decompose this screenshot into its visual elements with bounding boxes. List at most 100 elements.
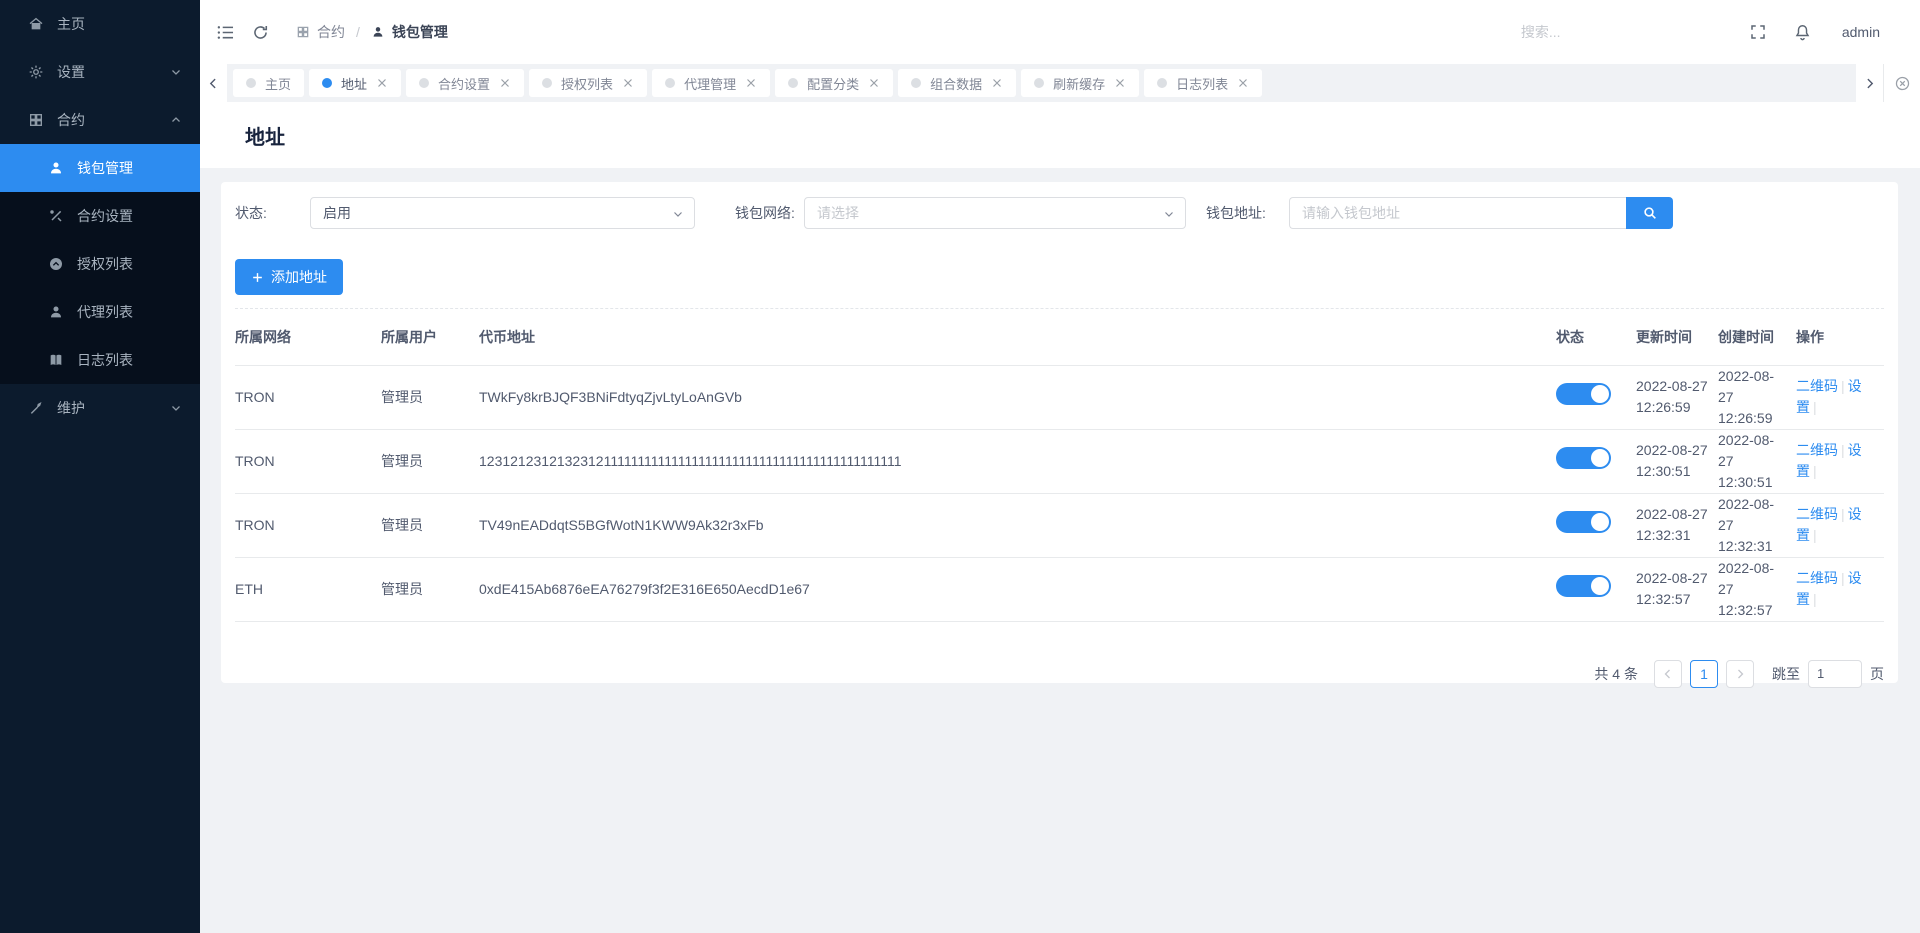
tab-dot-icon (1157, 78, 1167, 88)
tab-home[interactable]: 主页 (233, 69, 304, 97)
current-page-button[interactable]: 1 (1690, 660, 1718, 688)
tab-dot-icon (542, 78, 552, 88)
cell-actions: 二维码|设置| (1796, 504, 1874, 546)
tab-refresh-cache[interactable]: 刷新缓存 (1021, 69, 1139, 97)
sidebar-item-home[interactable]: 主页 (0, 0, 200, 48)
cell-created: 2022-08-27 12:32:31 (1718, 493, 1796, 557)
close-icon[interactable] (868, 77, 880, 89)
close-icon[interactable] (1237, 77, 1249, 89)
close-icon[interactable] (622, 77, 634, 89)
fullscreen-icon[interactable] (1749, 23, 1767, 41)
tab-label: 组合数据 (930, 74, 982, 93)
sidebar-item-wallet-management[interactable]: 钱包管理 (0, 144, 200, 192)
search-button[interactable] (1626, 197, 1673, 229)
tab-dot-icon (911, 78, 921, 88)
add-address-button[interactable]: 添加地址 (235, 259, 343, 295)
tab-agent-management[interactable]: 代理管理 (652, 69, 770, 97)
address-card: 状态: 启用 钱包网络: 请选择 钱包地址: (221, 182, 1898, 683)
breadcrumb-section[interactable]: 合约 (317, 22, 345, 42)
book-icon (48, 352, 64, 368)
status-toggle[interactable] (1556, 511, 1611, 533)
jump-to-label: 跳至 (1772, 664, 1800, 684)
chevron-down-icon (170, 402, 182, 414)
chevron-down-icon (1163, 208, 1175, 220)
wrench-icon (28, 400, 44, 416)
qrcode-link[interactable]: 二维码 (1796, 506, 1838, 522)
sidebar-item-label: 主页 (57, 14, 85, 34)
bell-icon[interactable] (1793, 23, 1812, 42)
prev-page-button[interactable] (1654, 660, 1682, 688)
table-row: TRON 管理员 1231212312132312111111111111111… (235, 429, 1884, 493)
sidebar-item-agent-list[interactable]: 代理列表 (0, 288, 200, 336)
sidebar-item-contract[interactable]: 合约 (0, 96, 200, 144)
breadcrumb: 合约 / 钱包管理 (296, 22, 448, 42)
tabs-scroll-left-button[interactable] (200, 64, 227, 102)
close-icon[interactable] (376, 77, 388, 89)
sidebar-item-label: 代理列表 (77, 302, 133, 322)
global-search-input[interactable] (1521, 24, 1671, 40)
column-header-status: 状态 (1556, 309, 1636, 365)
jump-to-page-input[interactable] (1808, 660, 1862, 688)
sidebar-item-contract-settings[interactable]: 合约设置 (0, 192, 200, 240)
tab-combined-data[interactable]: 组合数据 (898, 69, 1016, 97)
close-all-tabs-button[interactable] (1883, 64, 1920, 102)
sidebar-item-maintenance[interactable]: 维护 (0, 384, 200, 432)
cell-user: 管理员 (381, 429, 479, 493)
page-title: 地址 (245, 121, 285, 150)
sidebar-item-log-list[interactable]: 日志列表 (0, 336, 200, 384)
sidebar-item-authorization-list[interactable]: 授权列表 (0, 240, 200, 288)
tab-label: 合约设置 (438, 74, 490, 93)
cell-actions: 二维码|设置| (1796, 440, 1874, 482)
tab-address[interactable]: 地址 (309, 69, 401, 97)
tab-log-list[interactable]: 日志列表 (1144, 69, 1262, 97)
status-toggle[interactable] (1556, 383, 1611, 405)
toggle-knob-icon (1591, 577, 1609, 595)
tab-dot-icon (1034, 78, 1044, 88)
network-select[interactable]: 请选择 (804, 197, 1186, 229)
table-row: ETH 管理员 0xdE415Ab6876eEA76279f3f2E316E65… (235, 557, 1884, 621)
sidebar-submenu-contract: 钱包管理 合约设置 授权列表 代理列表 日志列表 (0, 144, 200, 384)
plus-icon (251, 271, 264, 284)
close-icon[interactable] (991, 77, 1003, 89)
status-select[interactable]: 启用 (310, 197, 695, 229)
status-toggle[interactable] (1556, 447, 1611, 469)
breadcrumb-separator: / (356, 24, 360, 40)
qrcode-link[interactable]: 二维码 (1796, 442, 1838, 458)
cell-token-address: TWkFy8krBJQF3BNiFdtyqZjvLtyLoAnGVb (479, 365, 1556, 429)
tab-authorization-list[interactable]: 授权列表 (529, 69, 647, 97)
close-icon[interactable] (745, 77, 757, 89)
cell-updated: 2022-08-27 12:32:57 (1636, 557, 1718, 621)
status-toggle[interactable] (1556, 575, 1611, 597)
close-icon[interactable] (1114, 77, 1126, 89)
qrcode-link[interactable]: 二维码 (1796, 378, 1838, 394)
action-divider: | (1813, 399, 1817, 415)
column-header-user: 所属用户 (381, 309, 479, 365)
tab-dot-icon (322, 78, 332, 88)
tab-config-category[interactable]: 配置分类 (775, 69, 893, 97)
collapse-menu-icon[interactable] (216, 23, 235, 42)
cell-token-address: 1231212312132312111111111111111111111111… (479, 429, 1556, 493)
content-area: 状态: 启用 钱包网络: 请选择 钱包地址: (200, 168, 1920, 933)
tab-label: 日志列表 (1176, 74, 1228, 93)
wallet-address-input[interactable] (1289, 197, 1626, 229)
cell-network: ETH (235, 557, 381, 621)
qrcode-link[interactable]: 二维码 (1796, 570, 1838, 586)
page-header: 地址 (200, 102, 1920, 168)
sidebar-item-label: 合约 (57, 110, 85, 130)
toggle-knob-icon (1591, 385, 1609, 403)
column-header-network: 所属网络 (235, 309, 381, 365)
cell-actions: 二维码|设置| (1796, 376, 1874, 418)
action-divider: | (1841, 570, 1845, 586)
next-page-button[interactable] (1726, 660, 1754, 688)
sidebar-item-settings[interactable]: 设置 (0, 48, 200, 96)
tabs-scroll-right-button[interactable] (1856, 64, 1883, 102)
close-icon[interactable] (499, 77, 511, 89)
user-menu[interactable]: admin (1842, 24, 1880, 40)
top-header: 合约 / 钱包管理 admin (200, 0, 1920, 64)
refresh-icon[interactable] (251, 23, 270, 42)
tab-contract-settings[interactable]: 合约设置 (406, 69, 524, 97)
action-divider: | (1813, 591, 1817, 607)
cell-user: 管理员 (381, 365, 479, 429)
column-header-created: 创建时间 (1718, 309, 1796, 365)
gear-icon (28, 64, 44, 80)
